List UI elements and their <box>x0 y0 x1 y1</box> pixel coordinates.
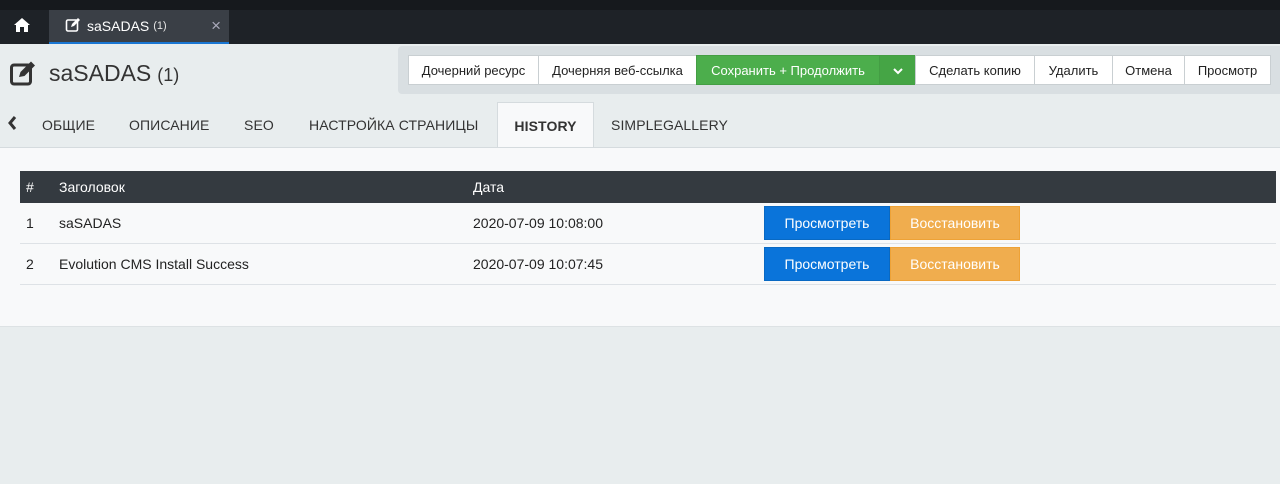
column-header-title: Заголовок <box>59 179 125 195</box>
home-icon <box>13 17 31 38</box>
preview-button[interactable]: Просмотр <box>1184 55 1271 85</box>
table-row: 1 saSADAS 2020-07-09 10:08:00 Просмотрет… <box>20 203 1276 244</box>
table-row: 2 Evolution CMS Install Success 2020-07-… <box>20 244 1276 285</box>
document-tab-count: (1) <box>153 20 167 32</box>
row-actions: Просмотреть Восстановить <box>764 203 1020 243</box>
row-title: saSADAS <box>59 215 122 231</box>
tab-simplegallery[interactable]: SIMPLEGALLERY <box>611 102 728 148</box>
edit-icon <box>65 17 81 36</box>
column-header-date: Дата <box>473 179 505 195</box>
row-date: 2020-07-09 10:08:00 <box>473 215 603 231</box>
row-title: Evolution CMS Install Success <box>59 256 249 272</box>
page-title-text: saSADAS <box>49 60 152 86</box>
chevron-left-icon <box>7 115 17 135</box>
child-weblink-button[interactable]: Дочерняя веб-ссылка <box>538 55 697 85</box>
row-date: 2020-07-09 10:07:45 <box>473 256 603 272</box>
delete-button[interactable]: Удалить <box>1034 55 1113 85</box>
tab-description[interactable]: ОПИСАНИЕ <box>129 102 209 148</box>
save-continue-button[interactable]: Сохранить + Продолжить <box>696 55 880 85</box>
page-title-count: (1) <box>157 65 180 85</box>
action-toolbar: Дочерний ресурс Дочерняя веб-ссылка Сохр… <box>398 46 1280 94</box>
document-tab-bar: saSADAS (1) × <box>0 10 1280 44</box>
restore-version-button[interactable]: Восстановить <box>890 206 1020 240</box>
document-tab[interactable]: saSADAS (1) × <box>49 10 229 44</box>
page-title: saSADAS (1) <box>49 60 179 87</box>
tab-history[interactable]: HISTORY <box>497 102 594 148</box>
document-tab-label: saSADAS <box>87 18 150 34</box>
toolbar-button-group: Дочерний ресурс Дочерняя веб-ссылка Сохр… <box>408 55 1271 85</box>
child-resource-button[interactable]: Дочерний ресурс <box>408 55 539 85</box>
tab-page-settings[interactable]: НАСТРОЙКА СТРАНИЦЫ <box>309 102 478 148</box>
view-version-button[interactable]: Просмотреть <box>764 206 890 240</box>
column-header-number: # <box>26 179 34 195</box>
tab-general[interactable]: ОБЩИЕ <box>42 102 95 148</box>
history-table: # Заголовок Дата 1 saSADAS 2020-07-09 10… <box>20 171 1276 285</box>
save-options-dropdown[interactable] <box>879 55 916 85</box>
view-version-button[interactable]: Просмотреть <box>764 247 890 281</box>
table-header: # Заголовок Дата <box>20 171 1276 203</box>
make-copy-button[interactable]: Сделать копию <box>915 55 1035 85</box>
row-number: 2 <box>26 256 34 272</box>
section-tabs: ОБЩИЕ ОПИСАНИЕ SEO НАСТРОЙКА СТРАНИЦЫ HI… <box>0 102 1280 148</box>
edit-icon <box>10 60 38 91</box>
close-icon[interactable]: × <box>211 17 221 35</box>
page-header: saSADAS (1) Дочерний ресурс Дочерняя веб-… <box>0 44 1280 102</box>
cancel-button[interactable]: Отмена <box>1112 55 1185 85</box>
tab-seo[interactable]: SEO <box>244 102 274 148</box>
tabs-scroll-left-button[interactable] <box>4 115 20 135</box>
restore-version-button[interactable]: Восстановить <box>890 247 1020 281</box>
home-button[interactable] <box>0 10 44 44</box>
top-strip <box>0 0 1280 10</box>
chevron-down-icon <box>892 63 903 78</box>
row-actions: Просмотреть Восстановить <box>764 244 1020 284</box>
history-panel: # Заголовок Дата 1 saSADAS 2020-07-09 10… <box>0 147 1280 327</box>
row-number: 1 <box>26 215 34 231</box>
